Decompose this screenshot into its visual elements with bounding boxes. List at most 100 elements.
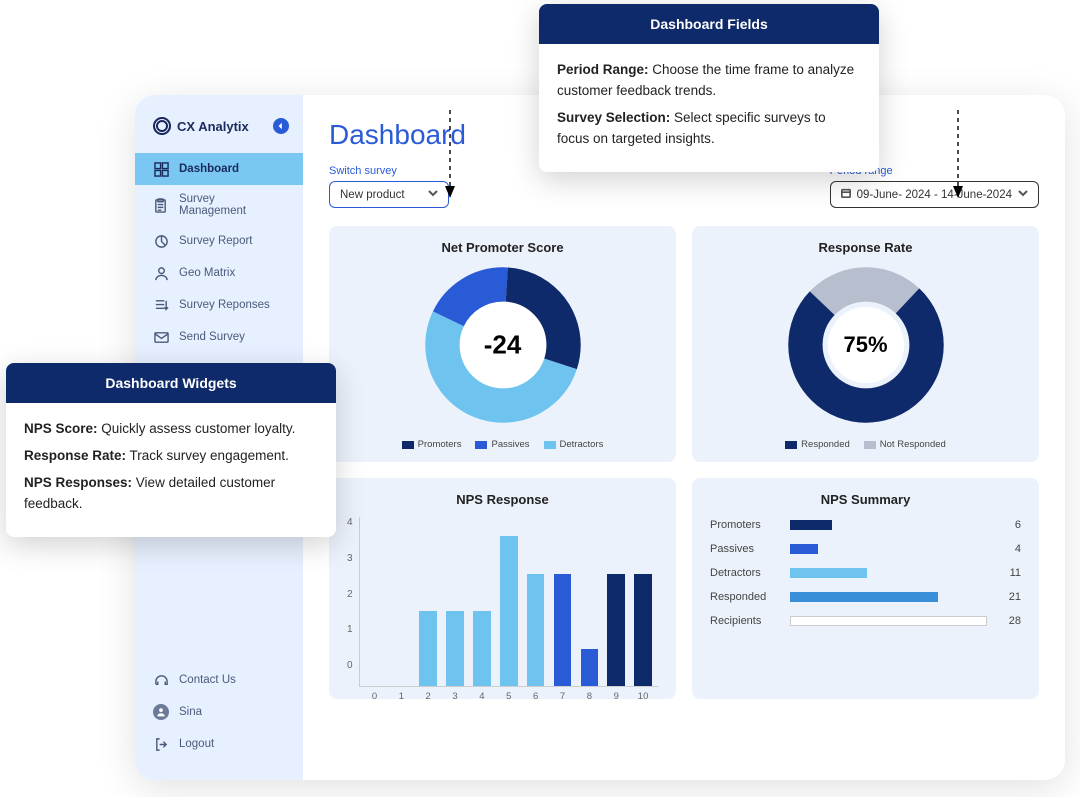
annotation-arrow-icon xyxy=(948,110,968,200)
summary-track xyxy=(790,544,987,554)
brand-row: CX Analytix xyxy=(135,95,303,153)
chevron-down-icon xyxy=(1018,188,1028,201)
summary-fill xyxy=(790,544,818,554)
summary-row-passives: Passives 4 xyxy=(710,543,1021,555)
sidebar-item-label: Geo Matrix xyxy=(179,267,235,279)
nps-response-chart: 43210 012345678910 xyxy=(347,517,658,687)
nps-summary-title: NPS Summary xyxy=(710,492,1021,507)
summary-row-detractors: Detractors11 xyxy=(710,567,1021,579)
summary-value: 11 xyxy=(997,567,1021,579)
callout-line: Response Rate: Track survey engagement. xyxy=(24,446,318,467)
widgets-grid: Net Promoter Score -24 Promoters Passive… xyxy=(329,226,1039,699)
bar-2: 2 xyxy=(417,611,439,686)
sidebar-item-send-survey[interactable]: Send Survey xyxy=(135,321,303,353)
headset-icon xyxy=(153,672,169,688)
summary-row-responded: Responded 21 xyxy=(710,591,1021,603)
response-rate-title: Response Rate xyxy=(710,240,1021,255)
globe-user-icon xyxy=(153,265,169,281)
piechart-icon xyxy=(153,233,169,249)
response-rate-legend: Responded Not Responded xyxy=(710,439,1021,450)
calendar-icon xyxy=(841,188,851,201)
summary-value: 4 xyxy=(997,543,1021,555)
callout-fields-body: Period Range: Choose the time frame to a… xyxy=(539,44,879,172)
callout-dashboard-fields: Dashboard Fields Period Range: Choose th… xyxy=(539,4,879,172)
nps-score-widget: Net Promoter Score -24 Promoters Passive… xyxy=(329,226,676,462)
legend-promoters: Promoters xyxy=(418,439,462,450)
summary-track xyxy=(790,520,987,530)
sidebar-collapse-button[interactable] xyxy=(273,118,289,134)
annotation-arrow-icon xyxy=(440,110,460,200)
nps-donut: -24 xyxy=(347,265,658,425)
callout-line: Period Range: Choose the time frame to a… xyxy=(557,60,861,102)
period-range-value: 09-June- 2024 - 14-June-2024 xyxy=(857,189,1012,201)
bar-3: 3 xyxy=(444,611,466,686)
nps-legend: Promoters Passives Detractors xyxy=(347,439,658,450)
sidebar-bottom-sina[interactable]: Sina xyxy=(135,696,303,728)
bar-fill xyxy=(634,574,651,687)
survey-dropdown[interactable]: New product xyxy=(329,181,449,208)
nps-summary-widget: NPS Summary Promoters6 Passives 4 Detractor… xyxy=(692,478,1039,699)
bar-9: 9 xyxy=(605,574,627,687)
summary-label: Responded xyxy=(710,591,780,603)
sidebar-item-label: Survey Report xyxy=(179,235,253,247)
summary-fill xyxy=(790,520,832,530)
nps-response-title: NPS Response xyxy=(347,492,658,507)
sidebar-bottom: Contact Us Sina Logout xyxy=(135,664,303,780)
summary-track xyxy=(790,568,987,578)
summary-row-recipients: Recipients28 xyxy=(710,615,1021,627)
sidebar-item-label: Survey Management xyxy=(179,193,285,217)
sidebar-bottom-logout[interactable]: Logout xyxy=(135,728,303,760)
bar-10: 10 xyxy=(632,574,654,687)
sidebar-item-label: Dashboard xyxy=(179,163,239,175)
summary-track xyxy=(790,592,987,602)
nps-summary-bars: Promoters6 Passives 4 Detractors11 Responded… xyxy=(710,519,1021,627)
sidebar-item-label: Survey Reponses xyxy=(179,299,270,311)
sidebar-bottom-contact-us[interactable]: Contact Us xyxy=(135,664,303,696)
summary-fill xyxy=(790,592,938,602)
summary-value: 21 xyxy=(997,591,1021,603)
mail-icon xyxy=(153,329,169,345)
bar-6: 6 xyxy=(525,574,547,687)
legend-detractors: Detractors xyxy=(560,439,604,450)
summary-fill xyxy=(790,568,867,578)
summary-label: Recipients xyxy=(710,615,780,627)
bar-fill xyxy=(419,611,436,686)
nps-widget-title: Net Promoter Score xyxy=(347,240,658,255)
summary-value: 6 xyxy=(997,519,1021,531)
legend-not-responded: Not Responded xyxy=(880,439,946,450)
bar-5: 5 xyxy=(498,536,520,686)
bar-fill xyxy=(473,611,490,686)
sidebar-item-geo-matrix[interactable]: Geo Matrix xyxy=(135,257,303,289)
bar-7: 7 xyxy=(552,574,574,687)
response-rate-center: 75% xyxy=(843,332,887,358)
sidebar-nav: Dashboard Survey Management Survey Report G… xyxy=(135,153,303,353)
summary-fill xyxy=(790,616,987,626)
list-arrow-icon xyxy=(153,297,169,313)
sidebar-bottom-label: Sina xyxy=(179,706,202,718)
clipboard-icon xyxy=(153,197,169,213)
callout-line: Survey Selection: Select specific survey… xyxy=(557,108,861,150)
logout-icon xyxy=(153,736,169,752)
callout-line: NPS Responses: View detailed customer fe… xyxy=(24,473,318,515)
bar-fill xyxy=(500,536,517,686)
nps-center-value: -24 xyxy=(484,330,522,361)
sidebar-item-survey-report[interactable]: Survey Report xyxy=(135,225,303,257)
callout-widgets-title: Dashboard Widgets xyxy=(6,363,336,403)
bar-fill xyxy=(446,611,463,686)
survey-switch-group: Switch survey New product xyxy=(329,165,449,208)
summary-label: Passives xyxy=(710,543,780,555)
response-rate-widget: Response Rate 75% Responded Not Responde… xyxy=(692,226,1039,462)
period-range-picker[interactable]: 09-June- 2024 - 14-June-2024 xyxy=(830,181,1039,208)
sidebar-bottom-label: Logout xyxy=(179,738,214,750)
sidebar-item-dashboard[interactable]: Dashboard xyxy=(135,153,303,185)
sidebar-item-label: Send Survey xyxy=(179,331,245,343)
nps-response-widget: NPS Response 43210 012345678910 xyxy=(329,478,676,699)
callout-widgets-body: NPS Score: Quickly assess customer loyal… xyxy=(6,403,336,537)
bar-fill xyxy=(554,574,571,687)
legend-passives: Passives xyxy=(491,439,529,450)
sidebar-item-survey-reponses[interactable]: Survey Reponses xyxy=(135,289,303,321)
sidebar-item-survey-management[interactable]: Survey Management xyxy=(135,185,303,225)
summary-row-promoters: Promoters6 xyxy=(710,519,1021,531)
survey-dropdown-value: New product xyxy=(340,189,405,201)
callout-dashboard-widgets: Dashboard Widgets NPS Score: Quickly ass… xyxy=(6,363,336,537)
